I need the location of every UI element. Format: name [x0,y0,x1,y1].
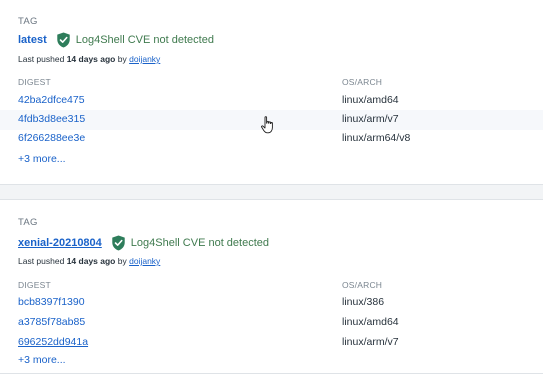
shield-check-icon [112,235,125,251]
pushed-user-link[interactable]: doijanky [129,256,160,266]
shield-check-icon [57,32,70,48]
pushed-by: by [117,256,127,266]
hand-pointer-icon [261,116,273,134]
last-pushed-info: Last pushed 14 days ago by doijanky [18,54,160,64]
os-arch-value: linux/arm/v7 [342,336,399,348]
digest-column-header: DIGEST [18,77,51,87]
cve-status-text: Log4Shell CVE not detected [75,34,214,46]
os-arch-value: linux/arm64/v8 [342,132,411,144]
pushed-age: 14 days ago [66,54,116,64]
os-arch-value: linux/amd64 [342,316,399,328]
digest-row: 696252dd941a linux/arm/v7 [0,333,543,353]
tag-header: latest Log4Shell CVE not detected [18,31,214,49]
osarch-column-header: OS/ARCH [342,77,383,87]
digest-row: bcb8397f1390 linux/386 [0,293,543,313]
tag-card-latest: TAG latest Log4Shell CVE not detected La… [0,0,543,185]
digest-row: a3785f78ab85 linux/amd64 [0,313,543,333]
tag-name-link[interactable]: latest [18,34,47,46]
tag-section-label: TAG [18,217,38,228]
osarch-column-header: OS/ARCH [342,280,383,290]
last-pushed-info: Last pushed 14 days ago by doijanky [18,256,160,266]
digest-row: 42ba2dfce475 linux/amd64 [0,91,543,111]
os-arch-value: linux/arm/v7 [342,113,399,125]
digest-link[interactable]: 696252dd941a [18,336,88,348]
tag-section-label: TAG [18,16,38,27]
show-more-link[interactable]: +3 more... [18,354,66,366]
tag-card-xenial: TAG xenial-20210804 Log4Shell CVE not de… [0,199,543,374]
pushed-prefix: Last pushed [18,54,65,64]
pushed-by: by [117,54,127,64]
show-more-link[interactable]: +3 more... [18,153,66,165]
pushed-prefix: Last pushed [18,256,65,266]
tag-header: xenial-20210804 Log4Shell CVE not detect… [18,234,269,252]
os-arch-value: linux/386 [342,296,385,308]
digest-link[interactable]: 4fdb3d8ee315 [18,113,85,125]
pushed-age: 14 days ago [66,256,116,266]
cve-status-text: Log4Shell CVE not detected [130,237,270,249]
tag-name-link[interactable]: xenial-20210804 [18,237,102,249]
digest-link[interactable]: 6f266288ee3e [18,132,85,144]
pushed-user-link[interactable]: doijanky [129,54,160,64]
digest-link[interactable]: 42ba2dfce475 [18,94,85,106]
digest-link[interactable]: a3785f78ab85 [18,316,85,328]
os-arch-value: linux/amd64 [342,94,399,106]
digest-link[interactable]: bcb8397f1390 [18,296,85,308]
digest-column-header: DIGEST [18,280,51,290]
